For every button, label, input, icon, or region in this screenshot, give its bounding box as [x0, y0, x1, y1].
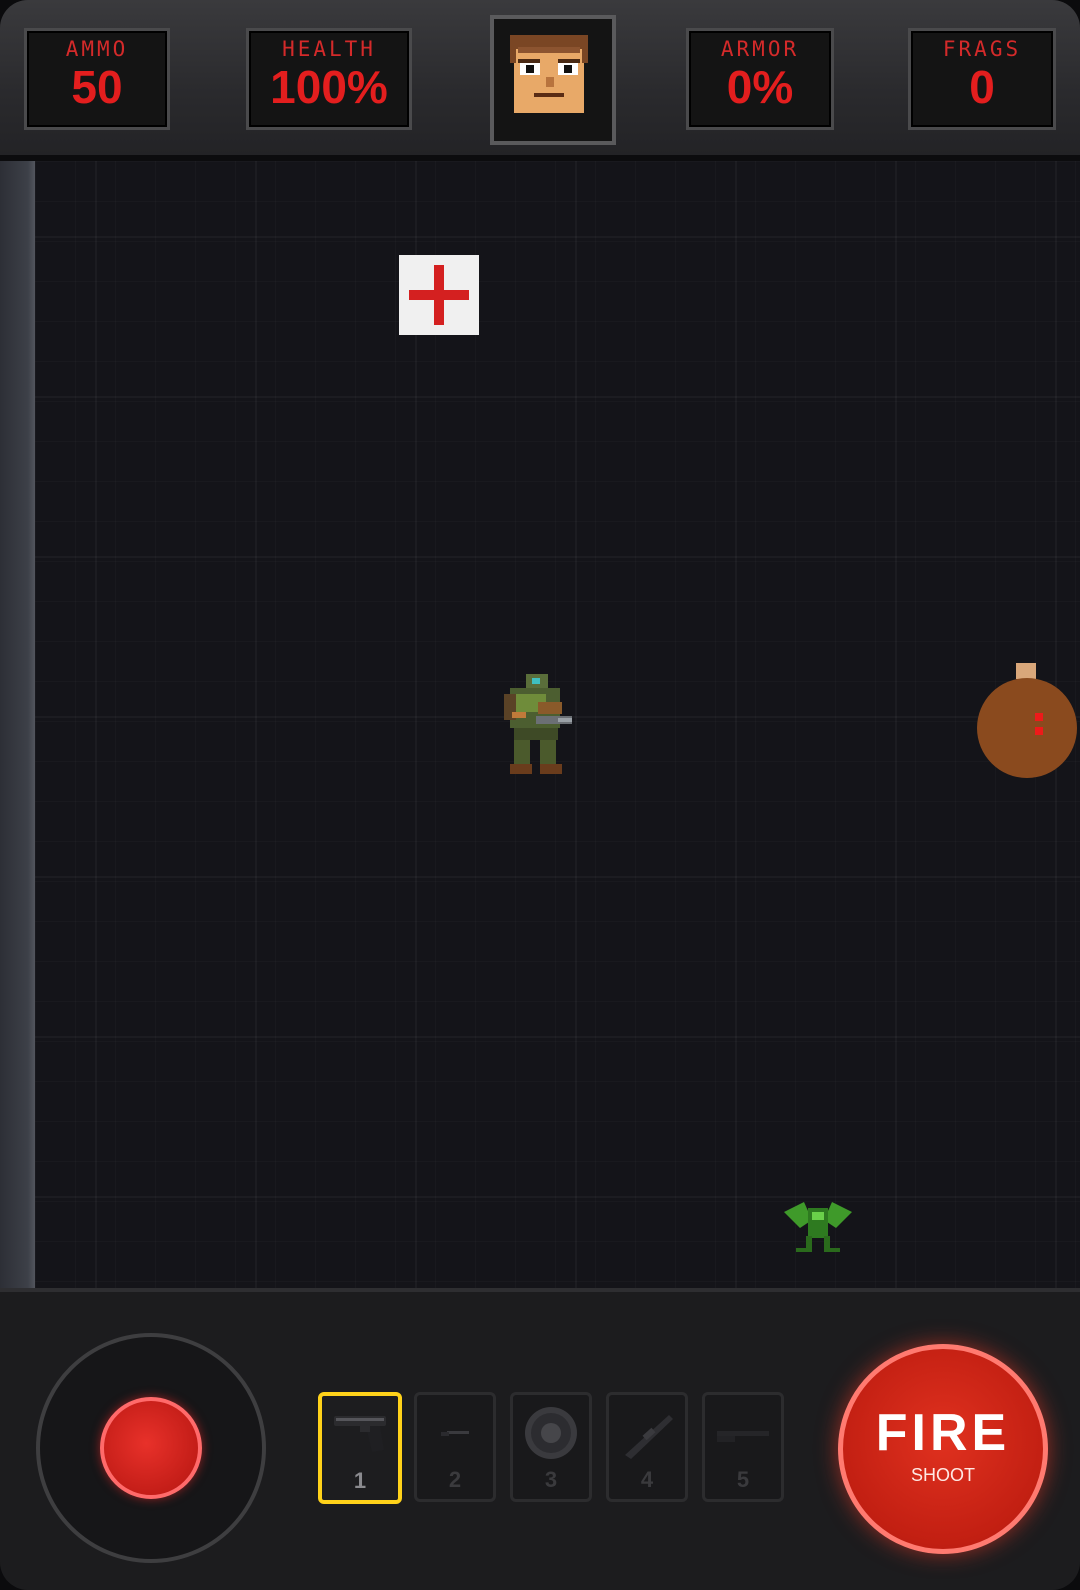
weapon-slot-4[interactable]: 4	[606, 1392, 688, 1502]
control-panel: 1 2 3 4 5 FIRE SHOOT	[0, 1288, 1080, 1590]
armor-value: 0%	[726, 61, 794, 113]
movement-joystick[interactable]	[36, 1333, 266, 1563]
frags-panel: FRAGS 0	[908, 28, 1056, 130]
weapon-slot-2[interactable]: 2	[414, 1392, 496, 1502]
ammo-label: AMMO	[65, 37, 129, 61]
ammo-value: 50	[71, 61, 123, 113]
weapon-slot-number: 3	[544, 1467, 558, 1492]
ammo-panel: AMMO 50	[24, 28, 170, 130]
joystick-knob[interactable]	[100, 1397, 202, 1499]
fire-button[interactable]: FIRE SHOOT	[838, 1344, 1048, 1554]
shotgun-icon	[717, 1431, 769, 1442]
fire-button-sublabel: SHOOT	[910, 1465, 975, 1485]
armor-panel: ARMOR 0%	[686, 28, 834, 130]
status-bar: AMMO 50 HEALTH 100% ARMOR 0% FRAGS 0	[0, 0, 1080, 161]
marine-face-icon	[490, 15, 616, 145]
weapon-slot-number: 4	[640, 1467, 654, 1492]
medkit-icon	[399, 255, 479, 335]
weapon-slot-1[interactable]: 1	[318, 1392, 402, 1504]
fire-button-label: FIRE	[875, 1404, 1011, 1462]
weapon-slot-3[interactable]: 3	[510, 1392, 592, 1502]
armor-label: ARMOR	[720, 37, 800, 61]
weapon-slot-number: 5	[736, 1467, 750, 1492]
weapon-slot-number: 2	[448, 1467, 462, 1492]
weapon-slot-number: 1	[353, 1468, 367, 1493]
barrel-enemy-sprite	[975, 663, 1080, 778]
health-panel: HEALTH 100%	[246, 28, 412, 130]
shield-icon	[525, 1407, 577, 1459]
rifle-icon	[625, 1415, 673, 1459]
left-wall	[0, 161, 35, 1288]
frags-value: 0	[969, 61, 995, 113]
frags-label: FRAGS	[942, 37, 1022, 61]
health-label: HEALTH	[282, 37, 376, 61]
player-marine-sprite	[498, 672, 578, 776]
health-value: 100%	[270, 61, 388, 113]
green-imp-enemy-sprite	[782, 1198, 854, 1260]
weapon-slot-5[interactable]: 5	[702, 1392, 784, 1502]
pistol-icon	[334, 1416, 386, 1452]
knife-icon	[441, 1431, 469, 1436]
game-screen: AMMO 50 HEALTH 100% ARMOR 0% FRAGS 0 1 2…	[0, 0, 1080, 1590]
